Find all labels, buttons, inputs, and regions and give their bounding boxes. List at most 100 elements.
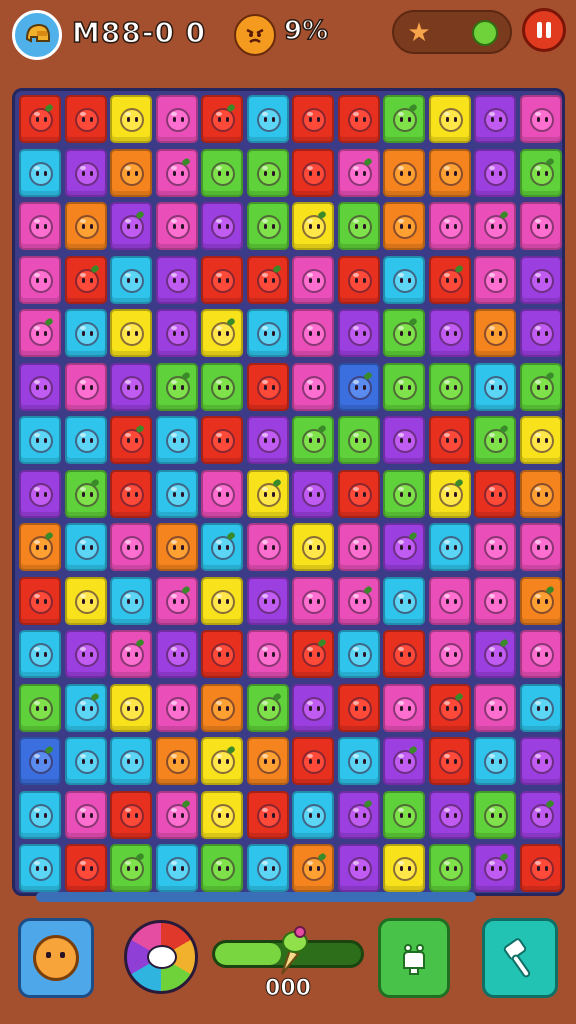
board-tile[interactable] [246, 202, 289, 250]
board-tile[interactable] [292, 790, 334, 839]
board-tile[interactable] [201, 148, 243, 197]
board-tile[interactable] [337, 737, 380, 785]
board-tile[interactable] [519, 630, 562, 678]
board-tile[interactable] [19, 309, 61, 357]
board-tile[interactable] [64, 683, 107, 732]
board-tile[interactable] [64, 523, 107, 571]
board-tile[interactable] [201, 95, 243, 143]
board-tile[interactable] [428, 148, 471, 197]
board-tile[interactable] [155, 416, 198, 464]
board-tile[interactable] [155, 576, 198, 625]
board-tile[interactable] [19, 576, 61, 625]
board-tile[interactable] [474, 523, 516, 571]
board-tile[interactable] [246, 148, 289, 197]
board-tile[interactable] [110, 202, 152, 250]
board-tile[interactable] [292, 523, 334, 571]
board-tile[interactable] [110, 309, 152, 357]
helmet-avatar-icon[interactable] [12, 10, 62, 60]
game-board[interactable] [12, 88, 565, 896]
board-tile[interactable] [64, 255, 107, 304]
board-tile[interactable] [155, 469, 198, 518]
board-tile[interactable] [155, 362, 198, 411]
board-tile[interactable] [19, 469, 61, 518]
board-tile[interactable] [292, 844, 334, 892]
board-tile[interactable] [110, 523, 152, 571]
board-tile[interactable] [201, 790, 243, 839]
board-tile[interactable] [474, 630, 516, 678]
board-tile[interactable] [201, 844, 243, 892]
board-tile[interactable] [19, 148, 61, 197]
board-tile[interactable] [337, 362, 380, 411]
board-tile[interactable] [110, 469, 152, 518]
board-tile[interactable] [64, 844, 107, 892]
board-tile[interactable] [337, 844, 380, 892]
board-tile[interactable] [246, 362, 289, 411]
board-tile[interactable] [428, 469, 471, 518]
board-tile[interactable] [292, 469, 334, 518]
board-tile[interactable] [201, 469, 243, 518]
board-tile[interactable] [428, 630, 471, 678]
board-tile[interactable] [383, 737, 425, 785]
board-tile[interactable] [155, 255, 198, 304]
board-tile[interactable] [337, 469, 380, 518]
board-tile[interactable] [19, 362, 61, 411]
board-tile[interactable] [337, 148, 380, 197]
board-tile[interactable] [64, 362, 107, 411]
board-tile[interactable] [110, 416, 152, 464]
board-tile[interactable] [246, 630, 289, 678]
board-tile[interactable] [474, 309, 516, 357]
board-tile[interactable] [246, 737, 289, 785]
board-tile[interactable] [474, 255, 516, 304]
board-tile[interactable] [383, 844, 425, 892]
board-tile[interactable] [428, 202, 471, 250]
board-tile[interactable] [519, 523, 562, 571]
board-tile[interactable] [246, 523, 289, 571]
board-tile[interactable] [292, 95, 334, 143]
board-tile[interactable] [428, 523, 471, 571]
board-tile[interactable] [519, 683, 562, 732]
board-tile[interactable] [292, 202, 334, 250]
board-tile[interactable] [428, 255, 471, 304]
board-tile[interactable] [201, 255, 243, 304]
board-tile[interactable] [292, 683, 334, 732]
board-tile[interactable] [246, 469, 289, 518]
board-tile[interactable] [383, 790, 425, 839]
board-tile[interactable] [110, 790, 152, 839]
board-tile[interactable] [519, 844, 562, 892]
pause-button[interactable] [522, 8, 566, 52]
board-tile[interactable] [64, 416, 107, 464]
board-tile[interactable] [201, 202, 243, 250]
board-tile[interactable] [246, 576, 289, 625]
board-tile[interactable] [292, 362, 334, 411]
board-tile[interactable] [474, 416, 516, 464]
board-tile[interactable] [474, 362, 516, 411]
board-tile[interactable] [19, 416, 61, 464]
board-tile[interactable] [519, 469, 562, 518]
board-tile[interactable] [110, 255, 152, 304]
board-tile[interactable] [201, 630, 243, 678]
lion-booster-button[interactable] [18, 918, 94, 998]
booster-tray[interactable]: ★ [392, 10, 512, 54]
board-tile[interactable] [246, 255, 289, 304]
board-tile[interactable] [292, 416, 334, 464]
board-tile[interactable] [201, 309, 243, 357]
board-tile[interactable] [474, 790, 516, 839]
board-tile[interactable] [428, 683, 471, 732]
color-wheel-booster-icon[interactable] [124, 920, 198, 994]
board-tile[interactable] [519, 362, 562, 411]
board-tile[interactable] [519, 202, 562, 250]
board-tile[interactable] [383, 416, 425, 464]
board-tile[interactable] [519, 309, 562, 357]
board-tile[interactable] [19, 630, 61, 678]
board-tile[interactable] [474, 148, 516, 197]
board-tile[interactable] [64, 737, 107, 785]
board-tile[interactable] [155, 95, 198, 143]
board-tile[interactable] [110, 148, 152, 197]
board-tile[interactable] [337, 95, 380, 143]
board-tile[interactable] [110, 737, 152, 785]
board-tile[interactable] [474, 737, 516, 785]
board-tile[interactable] [337, 202, 380, 250]
board-tile[interactable] [383, 148, 425, 197]
board-tile[interactable] [428, 844, 471, 892]
board-tile[interactable] [64, 576, 107, 625]
